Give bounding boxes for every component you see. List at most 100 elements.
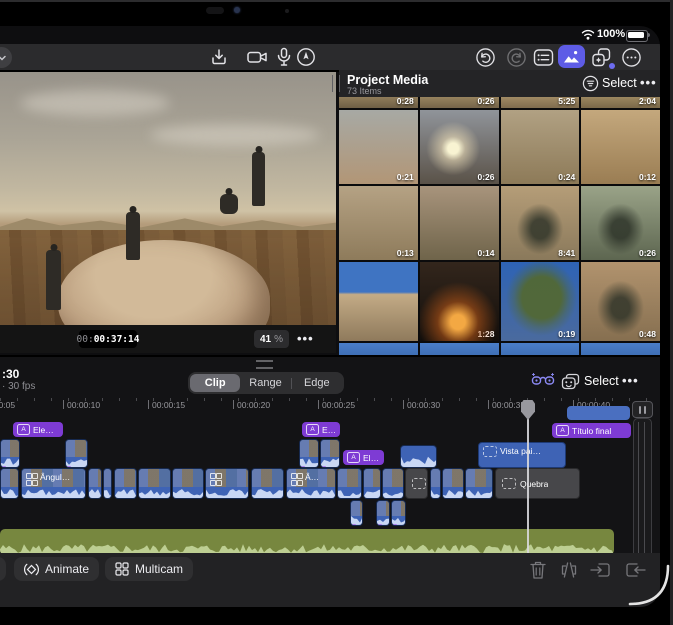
effects-badge-dot bbox=[609, 63, 615, 69]
timeline-select-button[interactable]: Select bbox=[584, 374, 619, 388]
playhead-handle[interactable] bbox=[521, 400, 535, 420]
media-browser-button[interactable] bbox=[558, 45, 585, 68]
insert-clip-icon[interactable] bbox=[589, 560, 611, 580]
media-thumbnail[interactable]: 0:37 bbox=[339, 262, 418, 341]
video-clip[interactable] bbox=[382, 468, 404, 499]
import-button[interactable] bbox=[207, 46, 231, 68]
video-clip[interactable] bbox=[442, 468, 464, 499]
video-clip[interactable] bbox=[172, 468, 204, 499]
browser-toggle-button[interactable] bbox=[531, 46, 555, 68]
media-thumbnail[interactable]: 0:26 bbox=[420, 97, 499, 108]
video-clip[interactable]: Vista pai… bbox=[478, 442, 566, 468]
title-clip[interactable]: AElem… bbox=[343, 450, 384, 465]
media-thumbnail[interactable]: 0:14 bbox=[420, 186, 499, 260]
filter-icon[interactable] bbox=[582, 75, 599, 92]
record-voiceover-button[interactable] bbox=[272, 46, 296, 68]
skimmer-glasses-icon[interactable] bbox=[531, 372, 555, 388]
undo-button[interactable] bbox=[473, 46, 497, 68]
redo-button[interactable] bbox=[504, 46, 528, 68]
trim-mode-edge[interactable]: Edge bbox=[292, 374, 342, 392]
video-clip[interactable] bbox=[400, 445, 437, 468]
video-clip[interactable] bbox=[205, 468, 249, 499]
video-clip[interactable] bbox=[88, 468, 102, 499]
audio-clip[interactable] bbox=[0, 529, 614, 555]
animate-button[interactable]: Animate bbox=[14, 557, 99, 581]
media-thumbnail[interactable]: 0:21 bbox=[339, 110, 418, 184]
video-clip[interactable] bbox=[376, 500, 390, 526]
media-thumbnail[interactable] bbox=[339, 343, 418, 355]
video-clip[interactable] bbox=[0, 439, 20, 468]
video-clip[interactable]: Â… bbox=[286, 468, 336, 499]
zoom-unit: % bbox=[274, 334, 283, 345]
trim-mode-clip[interactable]: Clip bbox=[190, 374, 240, 392]
timeline-more-button[interactable]: ••• bbox=[622, 373, 639, 388]
video-clip[interactable]: C bbox=[405, 468, 428, 499]
trim-mode-range[interactable]: Range bbox=[240, 374, 290, 392]
media-thumbnail[interactable]: 0:48 bbox=[581, 262, 660, 341]
video-clip[interactable] bbox=[114, 468, 137, 499]
collapse-toolbar-button[interactable] bbox=[0, 47, 12, 68]
clip-overlap-icon[interactable] bbox=[561, 373, 580, 390]
clip-filmstrip bbox=[115, 469, 136, 487]
viewer-zoom-control[interactable]: 41% bbox=[254, 330, 289, 348]
media-thumbnail[interactable]: 0:13 bbox=[339, 186, 418, 260]
timeline-resize-grip[interactable] bbox=[256, 360, 273, 369]
media-thumbnail[interactable]: 1:28 bbox=[420, 262, 499, 341]
video-clip[interactable] bbox=[567, 406, 630, 420]
media-select-button[interactable]: Select bbox=[602, 76, 637, 90]
project-duration: :30 bbox=[2, 367, 19, 381]
viewer-video-frame[interactable] bbox=[0, 72, 336, 325]
clip-duration: 0:12 bbox=[639, 172, 656, 182]
clip-duration: 0:19 bbox=[558, 329, 575, 339]
media-thumbnail[interactable]: 0:26 bbox=[420, 110, 499, 184]
media-thumbnail[interactable]: 0:12 bbox=[581, 110, 660, 184]
video-clip[interactable] bbox=[430, 468, 441, 499]
media-thumbnail[interactable]: 8:41 bbox=[501, 186, 580, 260]
video-clip[interactable] bbox=[350, 500, 363, 526]
title-clip[interactable]: AElement… bbox=[13, 422, 63, 437]
video-clip[interactable] bbox=[138, 468, 171, 499]
media-thumbnail[interactable] bbox=[501, 343, 580, 355]
overwrite-clip-icon[interactable] bbox=[625, 560, 647, 580]
timeline-ruler[interactable]: 00:00:0500:00:1000:00:1500:00:2000:00:25… bbox=[0, 398, 660, 416]
media-thumbnail[interactable]: 0:24 bbox=[501, 110, 580, 184]
timecode-display[interactable]: 00:00:37:14 bbox=[79, 330, 137, 348]
video-clip[interactable] bbox=[103, 468, 112, 499]
media-thumbnail[interactable] bbox=[420, 343, 499, 355]
record-video-button[interactable] bbox=[245, 46, 269, 68]
video-clip[interactable] bbox=[299, 439, 319, 468]
video-clip[interactable] bbox=[337, 468, 362, 499]
effects-button[interactable] bbox=[589, 46, 613, 68]
video-clip[interactable] bbox=[363, 468, 381, 499]
media-thumbnail[interactable] bbox=[581, 343, 660, 355]
video-clip[interactable] bbox=[0, 468, 19, 499]
video-clip[interactable] bbox=[65, 439, 88, 468]
title-clip[interactable]: ATítulo final bbox=[552, 423, 631, 438]
more-button[interactable] bbox=[619, 46, 643, 68]
track-height-button[interactable] bbox=[632, 401, 653, 418]
delete-clip-icon[interactable] bbox=[529, 560, 547, 580]
video-clip[interactable] bbox=[320, 439, 340, 468]
media-thumbnail[interactable]: 5:25 bbox=[501, 97, 580, 108]
cut-off-button[interactable] bbox=[0, 557, 6, 581]
media-thumbnail[interactable]: 2:04 bbox=[581, 97, 660, 108]
split-clip-icon[interactable] bbox=[559, 560, 579, 580]
connect-point bbox=[378, 524, 382, 526]
panel-resize-grip[interactable] bbox=[332, 75, 340, 92]
video-clip[interactable]: Quebra bbox=[495, 468, 580, 499]
video-clip[interactable] bbox=[251, 468, 284, 499]
pencil-tools-button[interactable] bbox=[294, 46, 318, 68]
media-thumbnail[interactable]: 0:19 bbox=[501, 262, 580, 341]
media-more-button[interactable]: ••• bbox=[640, 75, 657, 90]
timeline-scrollbar[interactable] bbox=[633, 418, 652, 560]
video-viewer: 00:00:37:14 41% ••• bbox=[0, 70, 336, 353]
title-badge-icon: A bbox=[17, 424, 30, 435]
video-clip[interactable]: Ângul… bbox=[21, 468, 86, 499]
multicam-button[interactable]: Multicam bbox=[105, 557, 193, 581]
viewer-more-button[interactable]: ••• bbox=[297, 331, 314, 346]
video-clip[interactable] bbox=[465, 468, 493, 499]
media-thumbnail[interactable]: 0:26 bbox=[581, 186, 660, 260]
video-clip[interactable] bbox=[391, 500, 406, 526]
media-thumbnail[interactable]: 0:28 bbox=[339, 97, 418, 108]
title-clip[interactable]: AEle… bbox=[302, 422, 340, 437]
